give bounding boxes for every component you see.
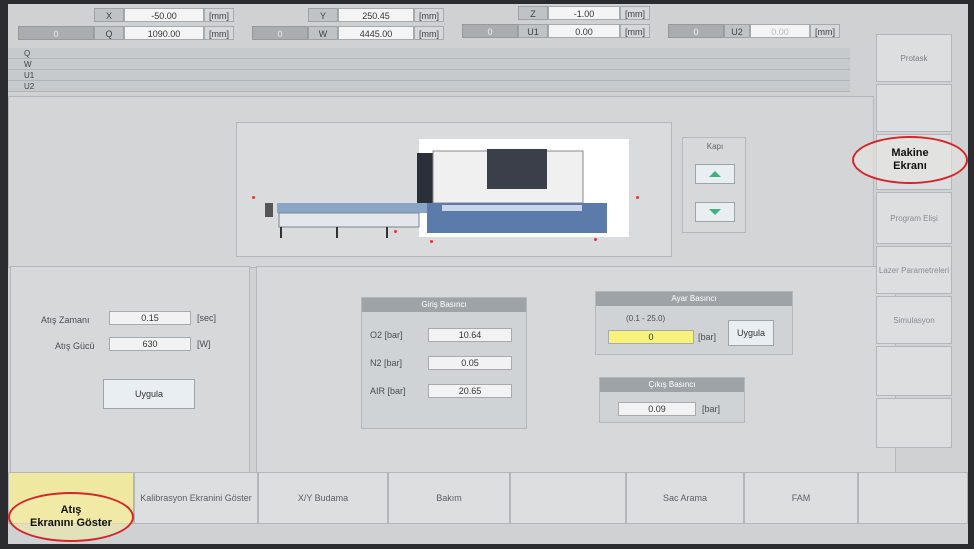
marker-dot — [594, 238, 597, 241]
fire-power-label: Atış Gücü — [55, 341, 95, 351]
laser-fire-panel: Atış Zamanı 0.15 [sec] Atış Gücü 630 [W]… — [10, 266, 250, 476]
output-pressure-group: Çıkış Basıncı 0.09 [bar] — [599, 377, 745, 423]
u1-axis-label: U1 — [518, 24, 548, 38]
x-axis-value[interactable]: -50.00 — [124, 8, 204, 22]
right-menu-item-2[interactable] — [876, 84, 952, 132]
set-pressure-apply-button[interactable]: Uygula — [728, 320, 774, 346]
fire-time-input[interactable]: 0.15 — [109, 311, 191, 325]
marker-dot — [394, 230, 397, 233]
tab-calibration[interactable]: Kalibrasyon Ekranini Göster — [134, 472, 258, 524]
set-pressure-group: Ayar Basıncı (0.1 - 25.0) 0 [bar] Uygula — [595, 291, 793, 355]
machine-diagram — [236, 122, 672, 257]
x-axis-label: X — [94, 8, 124, 22]
fire-power-unit: [W] — [197, 339, 211, 349]
y-axis-unit: [mm] — [414, 8, 444, 22]
callout-fire-screen: Atış Ekranını Göster — [8, 492, 134, 542]
marker-dot — [636, 196, 639, 199]
z-axis-label: Z — [518, 6, 548, 20]
u2-axis-label: U2 — [724, 24, 750, 38]
track-w: W — [8, 59, 850, 70]
right-menu-simulation[interactable]: Simulasyon — [876, 296, 952, 344]
marker-dot — [252, 196, 255, 199]
track-u1-label: U1 — [24, 71, 35, 80]
u1-axis-value[interactable]: 0.00 — [548, 24, 620, 38]
track-u1: U1 — [8, 70, 850, 81]
track-q-label: Q — [24, 49, 31, 58]
right-menu-item-8[interactable] — [876, 398, 952, 448]
w-axis-label: W — [308, 26, 338, 40]
q-offset: 0 — [18, 26, 94, 40]
tab-fam[interactable]: FAM — [744, 472, 858, 524]
z-axis-value[interactable]: -1.00 — [548, 6, 620, 20]
output-pressure-unit: [bar] — [702, 404, 721, 414]
u2-axis-value[interactable]: 0.00 — [750, 24, 810, 38]
tab-xy-trim[interactable]: X/Y Budama — [258, 472, 388, 524]
right-menu-program-editor[interactable]: Program Elişi — [876, 192, 952, 244]
track-q: Q — [8, 48, 850, 59]
set-pressure-title: Ayar Basıncı — [596, 292, 792, 306]
o2-value: 10.64 — [428, 328, 512, 342]
door-title: Kapı — [706, 142, 724, 151]
w-axis-unit: [mm] — [414, 26, 444, 40]
tab-maintenance[interactable]: Bakım — [388, 472, 510, 524]
u1-axis-unit: [mm] — [620, 24, 650, 38]
set-pressure-range: (0.1 - 25.0) — [626, 314, 666, 323]
output-pressure-title: Çıkış Basıncı — [600, 378, 744, 392]
q-axis-label: Q — [94, 26, 124, 40]
machine-illustration — [265, 139, 629, 238]
door-panel: Kapı — [682, 137, 746, 233]
air-value: 20.65 — [428, 384, 512, 398]
y-axis-label: Y — [308, 8, 338, 22]
track-w-label: W — [24, 60, 32, 69]
tab-empty-8[interactable] — [858, 472, 968, 524]
fire-power-input[interactable]: 630 — [109, 337, 191, 351]
o2-label: O2 [bar] — [370, 330, 403, 340]
fire-time-unit: [sec] — [197, 313, 217, 323]
tab-sheet-search[interactable]: Sac Arama — [626, 472, 744, 524]
output-pressure-value: 0.09 — [618, 402, 696, 416]
right-menu-laser-params[interactable]: Lazer Parametreleri — [876, 246, 952, 294]
input-pressure-group: Giriş Basıncı O2 [bar] 10.64 N2 [bar] 0.… — [361, 297, 527, 429]
set-pressure-unit: [bar] — [698, 332, 717, 342]
door-up-button[interactable] — [695, 164, 735, 184]
x-axis-unit: [mm] — [204, 8, 234, 22]
right-menu-item-7[interactable] — [876, 346, 952, 396]
machine-screen: X -50.00 [mm] Y 250.45 [mm] Z -1.00 [mm]… — [8, 4, 968, 544]
n2-value: 0.05 — [428, 356, 512, 370]
air-label: AIR [bar] — [370, 386, 406, 396]
u2-axis-unit: [mm] — [810, 24, 840, 38]
q-axis-unit: [mm] — [204, 26, 234, 40]
right-menu-protask[interactable]: Protask — [876, 34, 952, 82]
tab-empty-5[interactable] — [510, 472, 626, 524]
w-axis-value[interactable]: 4445.00 — [338, 26, 414, 40]
z-axis-unit: [mm] — [620, 6, 650, 20]
pressure-panel: Giriş Basıncı O2 [bar] 10.64 N2 [bar] 0.… — [256, 266, 896, 476]
fire-time-label: Atış Zamanı — [41, 315, 90, 325]
arrow-down-icon — [709, 209, 721, 215]
q-axis-value[interactable]: 1090.00 — [124, 26, 204, 40]
set-pressure-input[interactable]: 0 — [608, 330, 694, 344]
arrow-up-icon — [709, 171, 721, 177]
u1-offset: 0 — [462, 24, 518, 38]
y-axis-value[interactable]: 250.45 — [338, 8, 414, 22]
track-u2-label: U2 — [24, 82, 35, 91]
callout-machine-screen: Makine Ekranı — [852, 136, 968, 184]
input-pressure-title: Giriş Basıncı — [362, 298, 526, 312]
track-u2: U2 — [8, 81, 850, 92]
fire-apply-button[interactable]: Uygula — [103, 379, 195, 409]
door-down-button[interactable] — [695, 202, 735, 222]
u2-offset: 0 — [668, 24, 724, 38]
n2-label: N2 [bar] — [370, 358, 403, 368]
w-offset: 0 — [252, 26, 308, 40]
marker-dot — [430, 240, 433, 243]
